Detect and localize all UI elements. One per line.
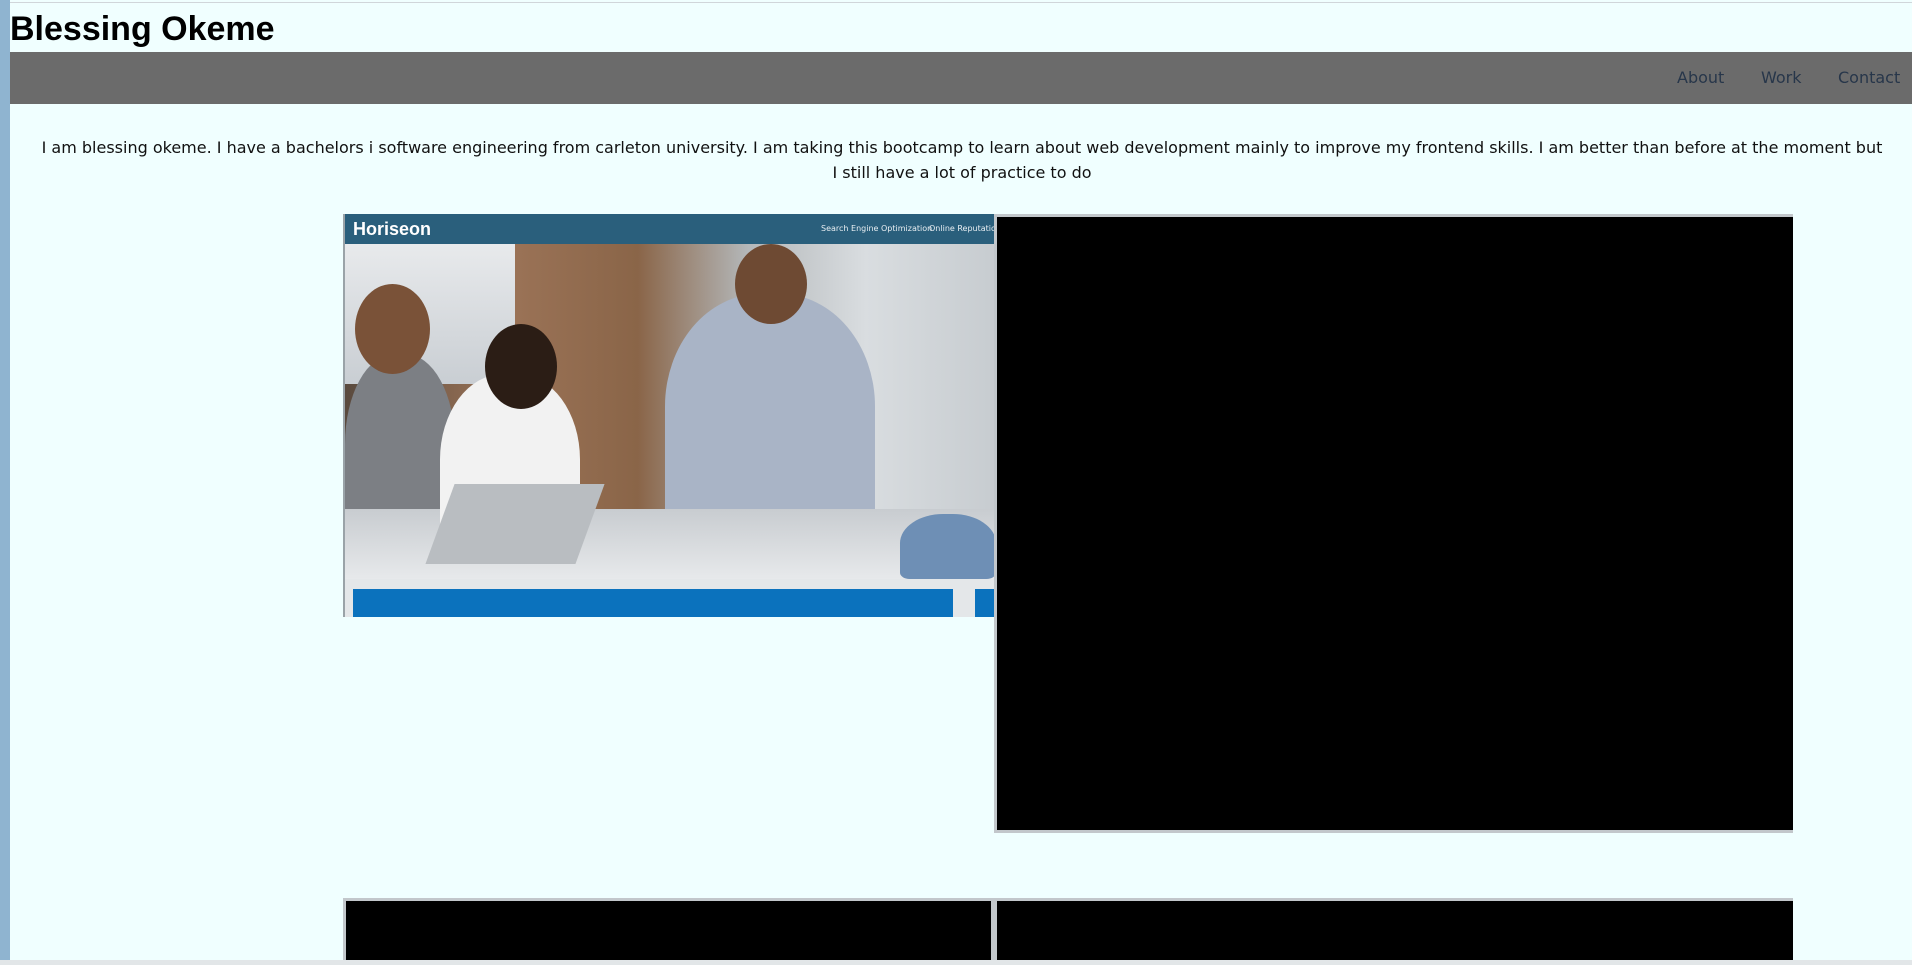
thumbnail-hero-photo — [345, 244, 994, 579]
nav-link-about[interactable]: About — [1677, 52, 1724, 104]
photo-person — [665, 294, 875, 544]
thumbnail-site-header: Horiseon Search Engine Optimization Onli… — [345, 214, 994, 244]
about-text: I am blessing okeme. I have a bachelors … — [41, 138, 1883, 182]
navbar: About Work Contact — [10, 52, 1912, 104]
thumbnail-nav-item: Search Engine Optimization — [821, 224, 933, 233]
thumbnail-card — [353, 589, 953, 617]
project-tile-2[interactable] — [994, 214, 1793, 833]
site-title: Blessing Okeme — [10, 10, 275, 48]
photo-head — [485, 324, 557, 409]
photo-head — [735, 244, 807, 324]
photo-person — [900, 514, 994, 579]
thumbnail-card — [975, 589, 994, 617]
thumbnail-cards — [345, 579, 994, 617]
nav-link-work[interactable]: Work — [1761, 52, 1802, 104]
window-edge — [0, 0, 10, 965]
photo-laptop — [425, 484, 605, 564]
nav-link-contact[interactable]: Contact — [1838, 52, 1900, 104]
project-tile-4[interactable] — [994, 898, 1793, 960]
top-divider — [10, 2, 1912, 3]
thumbnail-logo: Horiseon — [353, 219, 432, 239]
bottom-divider — [0, 960, 1912, 965]
photo-head — [355, 284, 430, 374]
project-thumbnail-horiseon[interactable]: Horiseon Search Engine Optimization Onli… — [343, 214, 994, 617]
project-tile-3[interactable] — [343, 898, 994, 960]
thumbnail-nav-item: Online Reputation — [929, 224, 994, 233]
